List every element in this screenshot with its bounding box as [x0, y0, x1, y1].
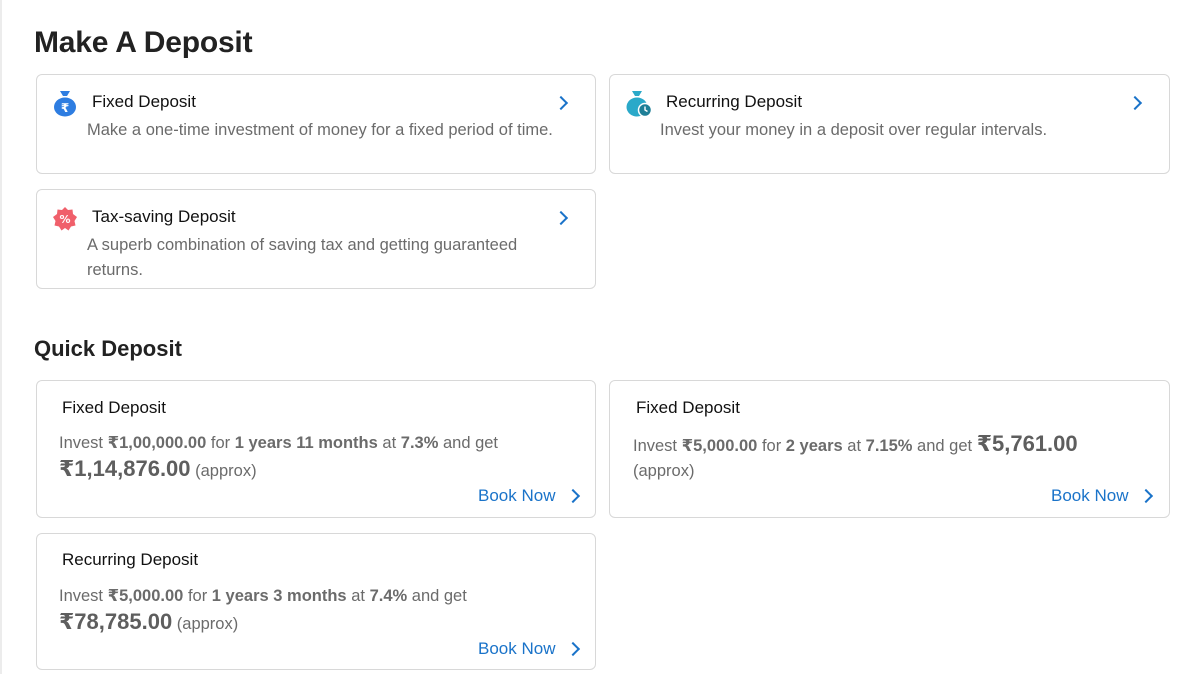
- chevron-right-icon: [565, 488, 581, 504]
- quick-deposit-card: Recurring Deposit Invest ₹5,000.00 for 1…: [36, 533, 596, 670]
- quick-card-title: Fixed Deposit: [62, 398, 166, 417]
- fixed-deposit-option[interactable]: ₹ Fixed Deposit Make a one-time investme…: [36, 74, 596, 174]
- chevron-right-icon: [553, 95, 569, 111]
- page-title: Make A Deposit: [34, 26, 253, 59]
- option-title: Recurring Deposit: [666, 92, 803, 111]
- quick-card-details: Invest ₹1,00,000.00 for 1 years 11 month…: [59, 434, 499, 481]
- chevron-right-icon: [1127, 95, 1143, 111]
- left-border: [0, 0, 2, 674]
- option-description: A superb combination of saving tax and g…: [87, 236, 518, 279]
- chevron-right-icon: [553, 210, 569, 226]
- book-now-button[interactable]: Book Now: [478, 486, 555, 506]
- book-now-button[interactable]: Book Now: [478, 639, 555, 659]
- quick-card-title: Fixed Deposit: [636, 398, 740, 417]
- option-description: Invest your money in a deposit over regu…: [660, 121, 1048, 139]
- option-title: Tax-saving Deposit: [92, 207, 236, 226]
- quick-deposit-card: Fixed Deposit Invest ₹5,000.00 for 2 yea…: [609, 380, 1170, 518]
- maturity-amount: ₹1,14,876.00: [59, 456, 191, 481]
- maturity-amount: ₹5,761.00: [976, 431, 1078, 456]
- book-now-button[interactable]: Book Now: [1051, 486, 1128, 506]
- recurring-deposit-option[interactable]: Recurring Deposit Invest your money in a…: [609, 74, 1170, 174]
- svg-text:%: %: [59, 213, 70, 226]
- quick-deposit-title: Quick Deposit: [34, 336, 182, 361]
- quick-card-details: Invest ₹5,000.00 for 2 years at 7.15% an…: [633, 431, 1078, 480]
- option-title: Fixed Deposit: [92, 92, 196, 111]
- option-description: Make a one-time investment of money for …: [87, 121, 553, 139]
- tax-saving-deposit-option[interactable]: % Tax-saving Deposit A superb combinatio…: [36, 189, 596, 289]
- chevron-right-icon: [565, 641, 581, 657]
- quick-card-title: Recurring Deposit: [62, 550, 199, 569]
- quick-card-details: Invest ₹5,000.00 for 1 years 3 months at…: [59, 587, 467, 634]
- percent-badge-icon: %: [53, 207, 77, 231]
- chevron-right-icon: [1138, 488, 1154, 504]
- rupee-moneybag-icon: ₹: [54, 91, 76, 117]
- svg-text:₹: ₹: [61, 101, 69, 115]
- quick-deposit-card: Fixed Deposit Invest ₹1,00,000.00 for 1 …: [36, 380, 596, 518]
- moneybag-clock-icon: [626, 91, 653, 117]
- maturity-amount: ₹78,785.00: [59, 609, 173, 634]
